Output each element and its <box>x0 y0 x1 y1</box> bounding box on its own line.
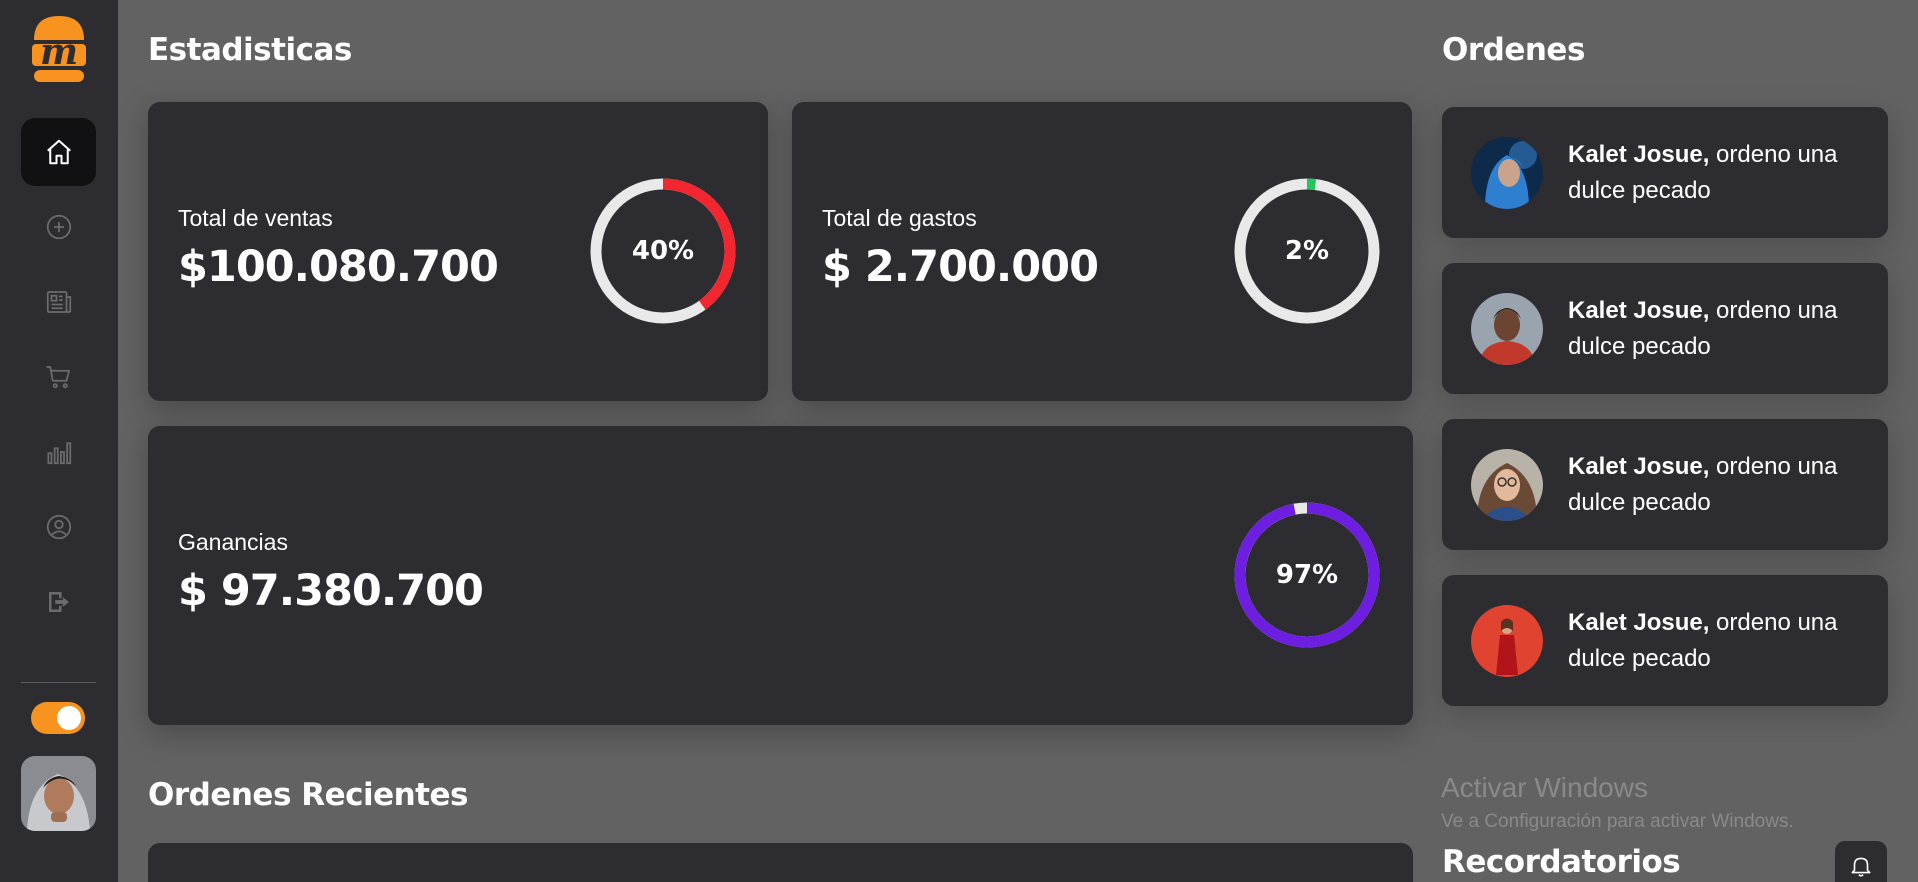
sales-label: Total de ventas <box>178 205 333 231</box>
user-circle-icon <box>46 514 71 540</box>
profit-value: $ 97.380.700 <box>178 566 484 616</box>
order-item[interactable]: Kalet Josue, ordeno una dulce pecado <box>1442 419 1888 550</box>
sales-percent: 40% <box>631 236 695 266</box>
bell-icon <box>1851 857 1871 877</box>
windows-activation-title: Activar Windows <box>1441 772 1648 803</box>
profit-label: Ganancias <box>178 529 288 555</box>
expenses-percent: 2% <box>1284 236 1330 266</box>
profit-card: Ganancias $ 97.380.700 97% <box>148 426 1413 725</box>
profit-percent: 97% <box>1275 560 1339 590</box>
nav-home[interactable] <box>21 118 96 186</box>
order-avatar <box>1471 137 1543 209</box>
order-text: Kalet Josue, ordeno una dulce pecado <box>1568 605 1868 677</box>
expenses-card: Total de gastos $ 2.700.000 2% <box>792 102 1412 401</box>
order-item[interactable]: Kalet Josue, ordeno una dulce pecado <box>1442 263 1888 394</box>
profit-donut: 97% <box>1232 500 1382 650</box>
user-avatar[interactable] <box>21 756 96 831</box>
home-icon <box>46 139 71 165</box>
cart-icon <box>46 366 70 389</box>
sales-donut: 40% <box>588 176 738 326</box>
order-customer-name: Kalet Josue, <box>1568 141 1710 168</box>
nav-news[interactable] <box>21 268 96 336</box>
order-avatar <box>1471 449 1543 521</box>
nav-profile[interactable] <box>21 493 96 561</box>
nav-add[interactable] <box>21 193 96 261</box>
expenses-donut: 2% <box>1232 176 1382 326</box>
nav-stats[interactable] <box>21 418 96 486</box>
order-customer-name: Kalet Josue, <box>1568 609 1710 636</box>
toggle-knob <box>57 706 81 730</box>
order-text: Kalet Josue, ordeno una dulce pecado <box>1568 449 1868 521</box>
bar-chart-icon <box>47 442 71 465</box>
logout-icon <box>48 592 69 612</box>
theme-toggle[interactable] <box>31 702 85 734</box>
recent-orders-title: Ordenes Recientes <box>148 777 468 813</box>
order-avatar <box>1471 293 1543 365</box>
sales-card: Total de ventas $100.080.700 40% <box>148 102 768 401</box>
expenses-label: Total de gastos <box>822 205 977 231</box>
order-item[interactable]: Kalet Josue, ordeno una dulce pecado <box>1442 575 1888 706</box>
order-text: Kalet Josue, ordeno una dulce pecado <box>1568 293 1868 365</box>
stats-title: Estadisticas <box>148 32 352 68</box>
sales-value: $100.080.700 <box>178 242 499 292</box>
order-text: Kalet Josue, ordeno una dulce pecado <box>1568 137 1868 209</box>
sidebar-divider <box>21 682 96 683</box>
add-circle-icon <box>46 214 71 240</box>
reminders-bell-button[interactable] <box>1835 841 1887 882</box>
order-customer-name: Kalet Josue, <box>1568 297 1710 324</box>
newspaper-icon <box>46 291 71 313</box>
reminders-title: Recordatorios <box>1442 844 1681 880</box>
sidebar: m <box>0 0 118 882</box>
svg-text:m: m <box>40 31 78 73</box>
orders-title: Ordenes <box>1442 32 1585 68</box>
recent-orders-card <box>148 843 1413 882</box>
windows-activation-subtitle: Ve a Configuración para activar Windows. <box>1441 811 1794 832</box>
order-item[interactable]: Kalet Josue, ordeno una dulce pecado <box>1442 107 1888 238</box>
nav-cart[interactable] <box>21 343 96 411</box>
order-customer-name: Kalet Josue, <box>1568 453 1710 480</box>
expenses-value: $ 2.700.000 <box>822 242 1099 292</box>
nav-logout[interactable] <box>21 568 96 636</box>
app-logo[interactable]: m <box>30 14 88 86</box>
order-avatar <box>1471 605 1543 677</box>
